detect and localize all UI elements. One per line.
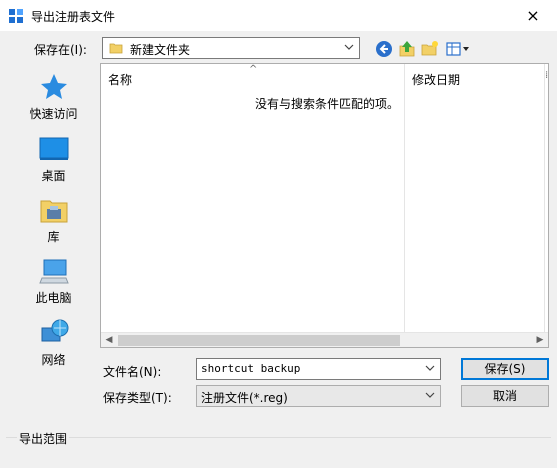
desktop-icon — [39, 137, 68, 160]
place-library[interactable]: 库 — [8, 195, 99, 253]
horizontal-scrollbar[interactable]: ◀ ▶ — [101, 332, 548, 347]
column-divider — [404, 64, 405, 334]
export-range-label: 导出范围 — [17, 430, 70, 447]
export-range-group — [6, 437, 551, 468]
network-icon — [41, 319, 68, 342]
filetype-value: 注册文件(*.reg) — [201, 391, 288, 405]
place-label: 快速访问 — [29, 107, 78, 121]
up-folder-icon[interactable] — [398, 40, 416, 58]
cancel-button[interactable]: 取消 — [461, 385, 549, 407]
place-label: 网络 — [41, 353, 66, 367]
filename-label: 文件名(N): — [103, 365, 162, 379]
scroll-left-icon[interactable]: ◀ — [103, 334, 115, 346]
save-in-value: 新建文件夹 — [130, 43, 191, 57]
empty-message: 没有与搜索条件匹配的项。 — [255, 97, 400, 111]
place-this-pc[interactable]: 此电脑 — [8, 256, 99, 314]
save-button[interactable]: 保存(S) — [461, 358, 549, 380]
folder-icon — [109, 43, 123, 54]
scroll-right-icon[interactable]: ▶ — [534, 334, 546, 346]
place-label: 库 — [47, 230, 60, 244]
filetype-label: 保存类型(T): — [103, 391, 172, 405]
star-icon — [40, 74, 67, 99]
save-in-dropdown[interactable]: 新建文件夹 — [102, 37, 360, 59]
more-columns-icon: ⁞ — [545, 70, 549, 81]
filetype-dropdown[interactable]: 注册文件(*.reg) — [196, 385, 441, 407]
close-button[interactable]: × — [519, 4, 547, 28]
save-in-label: 保存在(I): — [34, 43, 87, 57]
place-label: 桌面 — [41, 169, 66, 183]
view-menu-icon[interactable] — [446, 40, 472, 58]
sort-caret-icon: ^ — [249, 64, 258, 75]
places-bar: 快速访问 桌面 库 此电脑 网络 — [8, 63, 99, 378]
place-label: 此电脑 — [35, 291, 72, 305]
column-header-name[interactable]: 名称 — [108, 71, 132, 88]
computer-icon — [38, 259, 69, 284]
filename-input[interactable]: shortcut backup — [196, 358, 441, 380]
title-bar: 导出注册表文件 × — [0, 0, 557, 31]
registry-icon — [9, 9, 23, 23]
filename-value: shortcut backup — [201, 362, 301, 375]
library-icon — [40, 200, 67, 223]
file-list[interactable]: ^ 名称 修改日期 ⁞ 没有与搜索条件匹配的项。 ◀ ▶ — [100, 63, 549, 348]
chevron-down-icon — [344, 44, 354, 50]
column-header-date[interactable]: 修改日期 — [412, 71, 460, 88]
new-folder-icon[interactable] — [421, 40, 439, 58]
back-icon[interactable] — [375, 40, 393, 58]
place-desktop[interactable]: 桌面 — [8, 134, 99, 192]
chevron-down-icon — [425, 392, 435, 398]
place-quick-access[interactable]: 快速访问 — [8, 72, 99, 130]
window-title: 导出注册表文件 — [31, 10, 116, 24]
column-divider — [544, 64, 545, 334]
chevron-down-icon — [425, 365, 435, 371]
scrollbar-thumb[interactable] — [118, 335, 400, 346]
place-network[interactable]: 网络 — [8, 318, 99, 376]
